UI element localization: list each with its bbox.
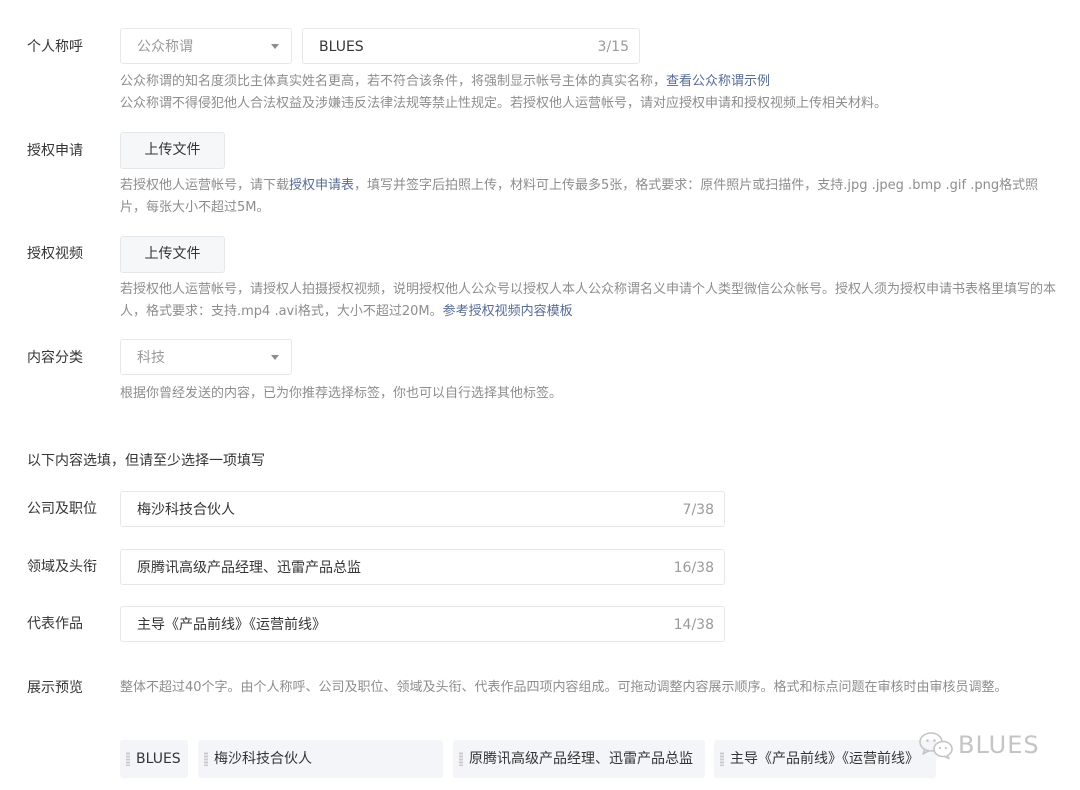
works-input-counter: 14/38 [673, 617, 714, 633]
watermark-text: BLUES [958, 731, 1040, 759]
name-hint-line2: 公众称谓不得侵犯他人合法权益及涉嫌违反法律法规等禁止性规定。若授权他人运营帐号，… [120, 96, 888, 111]
name-example-link[interactable]: 查看公众称谓示例 [666, 74, 770, 89]
preview-tag[interactable]: 梅沙科技合伙人 [198, 740, 443, 778]
auth-video-upload-button[interactable]: 上传文件 [120, 236, 225, 273]
watermark: BLUES [918, 728, 1040, 762]
category-value: 科技 [137, 350, 165, 366]
auth-apply-hint-text: 若授权他人运营帐号，请下载 [120, 178, 290, 193]
preview-tag-text: 梅沙科技合伙人 [214, 751, 312, 767]
preview-label: 展示预览 [27, 680, 83, 696]
field-input-value: 原腾讯高级产品经理、迅雷产品总监 [137, 560, 361, 576]
auth-apply-upload-button[interactable]: 上传文件 [120, 132, 225, 169]
field-input-counter: 16/38 [673, 560, 714, 576]
name-type-value: 公众称谓 [137, 39, 193, 55]
works-input-value: 主导《产品前线》《运营前线》 [137, 617, 326, 633]
preview-tag-text: BLUES [136, 751, 181, 767]
company-label: 公司及职位 [27, 501, 97, 517]
company-input[interactable]: 梅沙科技合伙人 7/38 [120, 491, 725, 527]
video-template-link[interactable]: 参考授权视频内容模板 [443, 304, 573, 319]
drag-handle-icon[interactable] [204, 752, 208, 766]
company-input-counter: 7/38 [682, 502, 714, 518]
name-input-counter: 3/15 [597, 39, 629, 55]
name-hint: 公众称谓的知名度须比主体真实姓名更高，若不符合该条件，将强制显示帐号主体的真实名… [120, 71, 1062, 115]
field-label: 领域及头衔 [27, 559, 97, 575]
preview-tag[interactable]: 主导《产品前线》《运营前线》 [714, 740, 936, 778]
preview-tag-text: 原腾讯高级产品经理、迅雷产品总监 [469, 751, 693, 767]
auth-apply-label: 授权申请 [27, 143, 83, 159]
auth-form-link[interactable]: 授权申请表 [289, 178, 354, 193]
category-select[interactable]: 科技 [120, 339, 292, 375]
works-label: 代表作品 [27, 616, 83, 632]
works-input[interactable]: 主导《产品前线》《运营前线》 14/38 [120, 606, 725, 642]
field-input[interactable]: 原腾讯高级产品经理、迅雷产品总监 16/38 [120, 549, 725, 585]
auth-video-hint: 若授权他人运营帐号，请授权人拍摄授权视频，说明授权他人公众号以授权人本人公众称谓… [120, 279, 1062, 323]
preview-tag-text: 主导《产品前线》《运营前线》 [730, 751, 919, 767]
name-hint-line1: 公众称谓的知名度须比主体真实姓名更高，若不符合该条件，将强制显示帐号主体的真实名… [120, 74, 667, 89]
name-type-select[interactable]: 公众称谓 [120, 28, 292, 64]
category-label: 内容分类 [27, 350, 83, 366]
auth-video-hint-text: 若授权他人运营帐号，请授权人拍摄授权视频，说明授权他人公众号以授权人本人公众称谓… [120, 282, 1057, 319]
auth-video-label: 授权视频 [27, 246, 83, 262]
preview-tag[interactable]: BLUES [120, 740, 188, 778]
company-input-value: 梅沙科技合伙人 [137, 502, 235, 518]
optional-section-title: 以下内容选填，但请至少选择一项填写 [27, 453, 265, 469]
caret-down-icon [271, 44, 279, 49]
preview-hint: 整体不超过40个字。由个人称呼、公司及职位、领域及头衔、代表作品四项内容组成。可… [120, 680, 1008, 695]
drag-handle-icon[interactable] [720, 752, 724, 766]
drag-handle-icon[interactable] [126, 752, 130, 766]
auth-apply-hint: 若授权他人运营帐号，请下载授权申请表，填写并签字后拍照上传，材料可上传最多5张，… [120, 175, 1062, 219]
name-input-value: BLUES [319, 39, 364, 55]
name-input[interactable]: BLUES 3/15 [302, 28, 640, 64]
drag-handle-icon[interactable] [459, 752, 463, 766]
preview-tag[interactable]: 原腾讯高级产品经理、迅雷产品总监 [453, 740, 705, 778]
wechat-icon [919, 732, 953, 760]
name-label: 个人称呼 [27, 39, 83, 55]
category-hint: 根据你曾经发送的内容，已为你推荐选择标签，你也可以自行选择其他标签。 [120, 386, 563, 401]
caret-down-icon [271, 355, 279, 360]
